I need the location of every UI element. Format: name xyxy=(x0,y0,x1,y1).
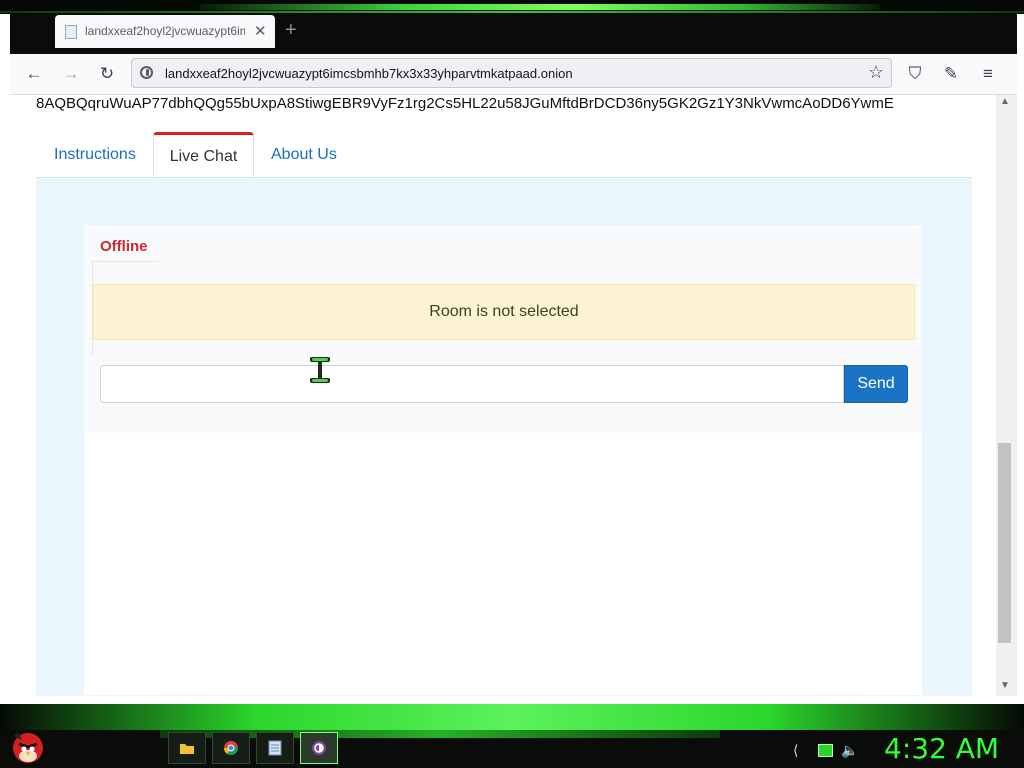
tab-live-chat[interactable]: Live Chat xyxy=(153,132,254,177)
new-tab-button[interactable]: + xyxy=(285,19,297,42)
text-cursor-icon xyxy=(310,357,330,383)
chat-panel-header: Offline Room is not selected Send xyxy=(84,225,922,433)
extension-icon[interactable]: ✎ xyxy=(941,64,961,84)
room-alert: Room is not selected xyxy=(93,284,915,340)
menu-icon[interactable]: ≡ xyxy=(978,64,998,84)
tab-about-us[interactable]: About Us xyxy=(253,132,355,177)
browser-tab-title: landxxeaf2hoyl2jvcwuazypt6imcsbmhb7kx3x3… xyxy=(85,24,245,38)
chat-panel: Offline Room is not selected Send xyxy=(84,225,922,695)
message-input[interactable] xyxy=(100,365,844,403)
folder-icon[interactable] xyxy=(168,732,206,764)
address-bar-url: landxxeaf2hoyl2jvcwuazypt6imcsbmhb7kx3x3… xyxy=(165,66,573,81)
scroll-down-icon[interactable]: ▼ xyxy=(1000,680,1010,691)
close-tab-icon[interactable]: ✕ xyxy=(254,22,267,40)
onion-icon xyxy=(140,66,153,79)
forward-button[interactable]: → xyxy=(61,64,81,84)
tab-bar: landxxeaf2hoyl2jvcwuazypt6imcsbmhb7kx3x3… xyxy=(10,14,1017,54)
bookmark-star-icon[interactable]: ☆ xyxy=(868,62,884,83)
page-favicon-icon xyxy=(65,25,77,39)
reload-button[interactable]: ↻ xyxy=(97,64,117,84)
network-icon[interactable]: ⟨ xyxy=(793,742,798,759)
divider xyxy=(92,261,158,262)
desktop-decoration xyxy=(200,4,880,10)
shield-icon[interactable]: ⛉ xyxy=(905,64,925,84)
status-badge: Offline xyxy=(100,238,148,255)
page-content: 8AQBQqruWuAP77dbhQQg55bUxpA8StiwgEBR9VyF… xyxy=(10,95,996,696)
page-scrollbar[interactable]: ▲ ▼ xyxy=(996,95,1017,696)
taskbar-clock: 4:32 AM xyxy=(884,732,1000,765)
key-text: 8AQBQqruWuAP77dbhQQg55bUxpA8StiwgEBR9VyF… xyxy=(36,95,894,112)
back-button[interactable]: ← xyxy=(24,64,44,84)
page-tabs: Instructions Live Chat About Us xyxy=(36,132,972,178)
scroll-up-icon[interactable]: ▲ xyxy=(1000,96,1010,107)
chat-container: Offline Room is not selected Send xyxy=(36,178,972,696)
taskbar-decoration xyxy=(0,704,1024,730)
send-button[interactable]: Send xyxy=(844,365,908,403)
browser-tab[interactable]: landxxeaf2hoyl2jvcwuazypt6imcsbmhb7kx3x3… xyxy=(55,15,275,48)
tab-instructions[interactable]: Instructions xyxy=(36,132,154,177)
desktop-top-strip xyxy=(0,0,1024,14)
scrollbar-thumb[interactable] xyxy=(998,443,1011,643)
desktop-decoration-line xyxy=(0,11,1024,13)
navigation-bar: ← → ↻ landxxeaf2hoyl2jvcwuazypt6imcsbmhb… xyxy=(10,54,1017,95)
chrome-icon[interactable] xyxy=(212,732,250,764)
tor-browser-icon[interactable] xyxy=(300,732,338,764)
browser-window: landxxeaf2hoyl2jvcwuazypt6imcsbmhb7kx3x3… xyxy=(10,14,1017,696)
monitor-icon[interactable] xyxy=(818,744,833,757)
address-bar[interactable]: landxxeaf2hoyl2jvcwuazypt6imcsbmhb7kx3x3… xyxy=(131,58,892,88)
start-menu-button[interactable] xyxy=(8,726,48,766)
taskbar: ⟨ 🔈 4:32 AM xyxy=(0,704,1024,768)
notepad-icon[interactable] xyxy=(256,732,294,764)
volume-icon[interactable]: 🔈 xyxy=(841,742,858,759)
